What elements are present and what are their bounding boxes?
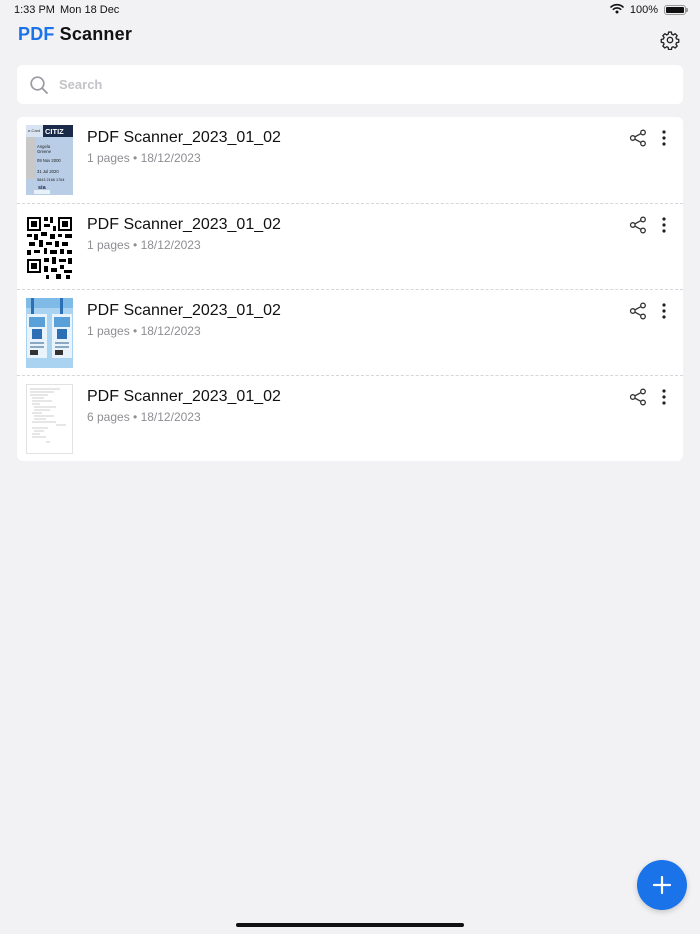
badges-thumbnail <box>26 298 73 368</box>
document-pages: 1 pages <box>87 324 130 338</box>
add-document-button[interactable] <box>637 860 687 910</box>
search-bar[interactable] <box>17 65 683 104</box>
home-indicator <box>236 923 464 927</box>
app-title-rest: Scanner <box>59 24 133 44</box>
document-date: 18/12/2023 <box>140 410 201 424</box>
id-card-brand: CITIZ <box>45 127 64 136</box>
app-title-accent: PDF <box>18 24 55 44</box>
app-screen: 1:33 PM Mon 18 Dec 100% PDF Scanner Sear… <box>0 0 700 934</box>
more-vertical-icon <box>662 389 666 405</box>
document-row[interactable]: PDF Scanner_2023_01_02 1 pages • 18/12/2… <box>17 203 683 289</box>
document-meta: 1 pages • 18/12/2023 <box>87 238 201 252</box>
app-title: PDF Scanner <box>18 24 132 45</box>
share-icon <box>629 216 646 234</box>
status-bar: 1:33 PM Mon 18 Dec 100% <box>0 0 700 20</box>
settings-button[interactable] <box>660 30 680 51</box>
more-options-button[interactable] <box>657 216 671 234</box>
document-title: PDF Scanner_2023_01_02 <box>87 302 281 319</box>
status-time: 1:33 PM <box>14 4 55 16</box>
document-title: PDF Scanner_2023_01_02 <box>87 129 281 146</box>
wifi-icon <box>610 3 624 17</box>
id-card-issue-date: 31 Jul 2020 <box>37 169 59 174</box>
share-icon <box>629 129 646 147</box>
text-page-thumbnail <box>26 384 73 454</box>
battery-icon <box>664 5 688 15</box>
document-list: e-Card CITIZ Angela Greene 09 Nov 2000 3… <box>17 117 683 461</box>
search-icon <box>30 75 48 94</box>
document-pages: 6 pages <box>87 410 130 424</box>
document-meta: 1 pages • 18/12/2023 <box>87 324 201 338</box>
share-button[interactable] <box>629 388 647 406</box>
id-card-name-last: Greene <box>37 149 52 154</box>
document-date: 18/12/2023 <box>140 238 201 252</box>
gear-icon <box>660 31 680 51</box>
document-pages: 1 pages <box>87 151 130 165</box>
share-icon <box>629 388 646 406</box>
id-card-thumbnail: e-Card CITIZ Angela Greene 09 Nov 2000 3… <box>26 125 73 195</box>
more-vertical-icon <box>662 130 666 146</box>
more-options-button[interactable] <box>657 129 671 147</box>
status-indicators: 100% <box>610 3 688 17</box>
document-date: 18/12/2023 <box>140 324 201 338</box>
status-date: Mon 18 Dec <box>60 4 120 16</box>
plus-icon <box>652 875 672 895</box>
share-button[interactable] <box>629 302 647 320</box>
share-button[interactable] <box>629 129 647 147</box>
qr-code-thumbnail <box>26 212 73 282</box>
document-title: PDF Scanner_2023_01_02 <box>87 388 281 405</box>
document-meta: 1 pages • 18/12/2023 <box>87 151 201 165</box>
id-card-birth-date: 09 Nov 2000 <box>37 158 61 163</box>
document-pages: 1 pages <box>87 238 130 252</box>
more-vertical-icon <box>662 303 666 319</box>
document-meta: 6 pages • 18/12/2023 <box>87 410 201 424</box>
share-button[interactable] <box>629 216 647 234</box>
search-input[interactable] <box>57 76 683 93</box>
more-options-button[interactable] <box>657 302 671 320</box>
id-card-number: 5843 2166 1764 <box>37 178 64 182</box>
share-icon <box>629 302 646 320</box>
document-row[interactable]: PDF Scanner_2023_01_02 6 pages • 18/12/2… <box>17 375 683 461</box>
document-row[interactable]: PDF Scanner_2023_01_02 1 pages • 18/12/2… <box>17 289 683 375</box>
battery-level <box>666 7 684 13</box>
id-card-side: e-Card <box>28 128 40 133</box>
document-title: PDF Scanner_2023_01_02 <box>87 216 281 233</box>
document-row[interactable]: e-Card CITIZ Angela Greene 09 Nov 2000 3… <box>17 117 683 203</box>
battery-text: 100% <box>629 4 658 16</box>
more-vertical-icon <box>662 217 666 233</box>
document-date: 18/12/2023 <box>140 151 201 165</box>
more-options-button[interactable] <box>657 388 671 406</box>
